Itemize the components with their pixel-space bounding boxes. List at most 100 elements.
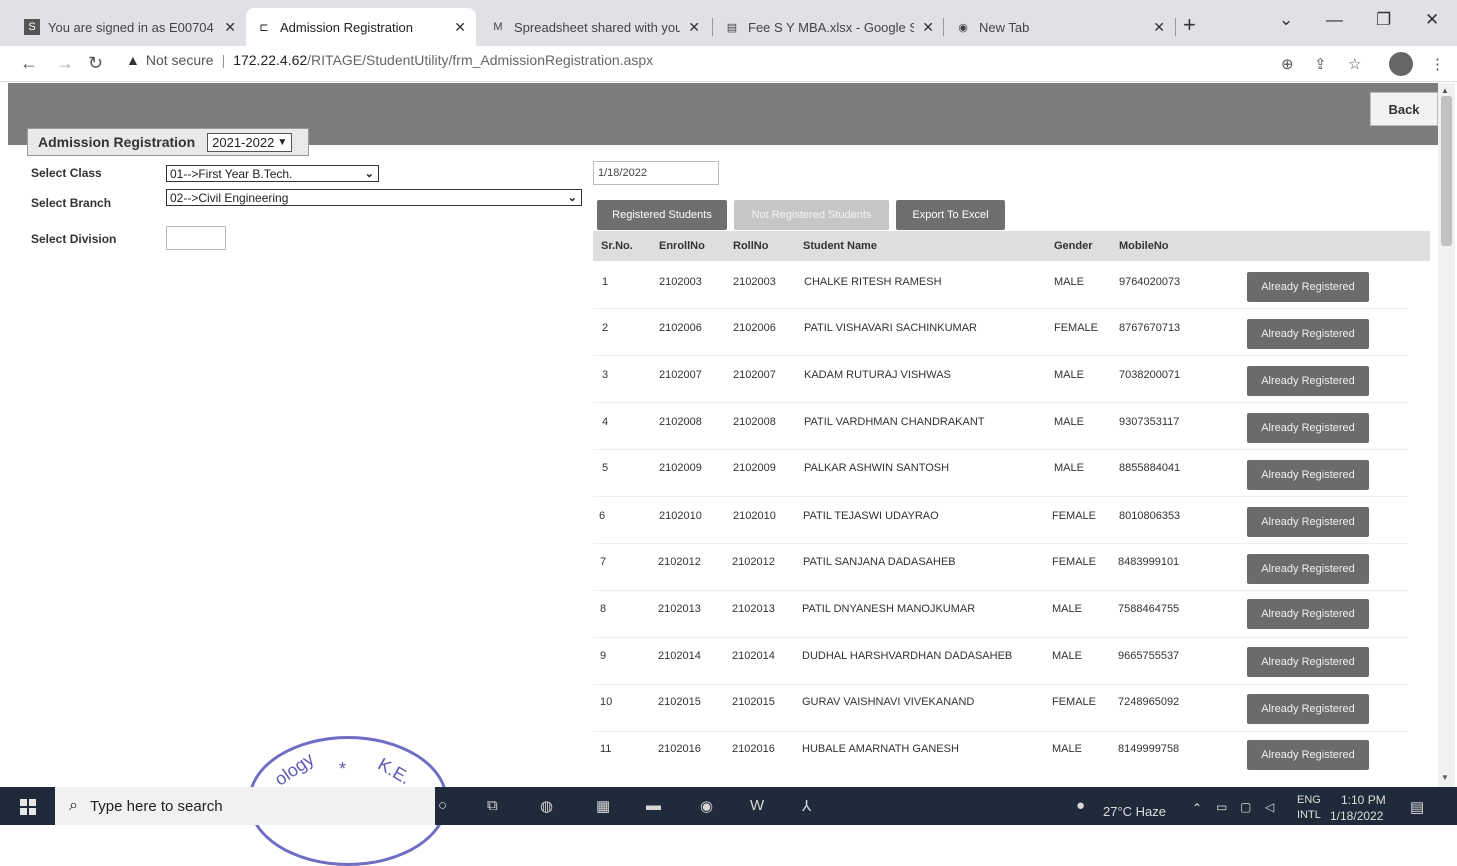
scrollbar-thumb[interactable]: [1441, 96, 1452, 246]
chevron-down-icon: ⌄: [567, 192, 577, 204]
stamp-text: *: [339, 759, 347, 779]
division-input[interactable]: [166, 226, 226, 250]
acrobat-icon[interactable]: ⅄: [802, 797, 811, 815]
header-srno: Sr.No.: [601, 240, 633, 252]
select-division-label: Select Division: [31, 232, 117, 246]
class-select[interactable]: 01-->First Year B.Tech. ⌄: [166, 165, 379, 182]
scroll-up-icon[interactable]: ▲: [1441, 86, 1449, 95]
cell-enrollno: 2102016: [658, 743, 701, 755]
language-top[interactable]: ENG: [1297, 794, 1321, 806]
close-window-icon[interactable]: ✕: [1425, 10, 1439, 30]
already-registered-button[interactable]: Already Registered: [1247, 272, 1369, 302]
already-registered-button[interactable]: Already Registered: [1247, 460, 1369, 490]
cell-gender: MALE: [1052, 650, 1082, 662]
cell-srno: 1: [602, 276, 609, 288]
share-icon[interactable]: ⇪: [1314, 55, 1327, 73]
tab-separator: [1175, 18, 1176, 36]
already-registered-button[interactable]: Already Registered: [1247, 319, 1369, 349]
reload-icon[interactable]: ↻: [88, 53, 103, 74]
task-view-icon[interactable]: ⧉: [487, 797, 498, 814]
cell-rollno: 2102013: [732, 603, 775, 615]
bookmark-star-icon[interactable]: ☆: [1348, 55, 1361, 73]
not-registered-students-button[interactable]: Not Registered Students: [734, 200, 889, 230]
branch-select[interactable]: 02-->Civil Engineering ⌄: [166, 189, 582, 206]
cell-srno: 4: [602, 416, 609, 428]
new-tab-icon[interactable]: +: [1183, 12, 1196, 38]
cell-gender: MALE: [1054, 416, 1084, 428]
edge-icon[interactable]: ◍: [540, 797, 553, 815]
table-row: 5 2102009 2102009 PALKAR ASHWIN SANTOSH …: [593, 450, 1408, 497]
table-row: 9 2102014 2102014 DUDHAL HARSHVARDHAN DA…: [593, 638, 1408, 685]
minimize-icon[interactable]: —: [1326, 10, 1343, 30]
date-input[interactable]: 1/18/2022: [593, 161, 719, 185]
export-to-excel-button[interactable]: Export To Excel: [896, 200, 1005, 230]
close-icon[interactable]: ✕: [1153, 19, 1165, 36]
url-divider: |: [221, 52, 226, 68]
chrome-icon: ◉: [958, 21, 968, 34]
registered-students-button[interactable]: Registered Students: [597, 200, 727, 230]
cell-srno: 3: [602, 369, 609, 381]
already-registered-button[interactable]: Already Registered: [1247, 413, 1369, 443]
cortana-icon[interactable]: ○: [438, 797, 447, 814]
tab-fee-sheet[interactable]: ▤ Fee S Y MBA.xlsx - Google S ✕: [714, 8, 944, 46]
academic-year-select[interactable]: 2021-2022 ▼: [207, 132, 293, 152]
scroll-down-icon[interactable]: ▼: [1441, 773, 1449, 782]
tray-chevron-icon[interactable]: ⌃: [1192, 801, 1202, 815]
cell-mobileno: 8855884041: [1119, 462, 1181, 474]
close-icon[interactable]: ✕: [224, 19, 236, 36]
already-registered-button[interactable]: Already Registered: [1247, 694, 1369, 724]
calculator-icon[interactable]: ▦: [596, 797, 610, 815]
file-explorer-icon[interactable]: ▬: [646, 797, 661, 814]
already-registered-button[interactable]: Already Registered: [1247, 647, 1369, 677]
already-registered-button[interactable]: Already Registered: [1247, 507, 1369, 537]
profile-avatar[interactable]: [1389, 52, 1413, 76]
cell-mobileno: 9764020073: [1119, 276, 1181, 288]
display-icon[interactable]: ▢: [1240, 800, 1251, 814]
cell-srno: 2: [602, 322, 609, 334]
zoom-icon[interactable]: ⊕: [1281, 55, 1294, 73]
clock-date[interactable]: 1/18/2022: [1330, 809, 1383, 823]
close-icon[interactable]: ✕: [922, 19, 934, 36]
weather-text[interactable]: 27°C Haze: [1103, 804, 1166, 819]
already-registered-button[interactable]: Already Registered: [1247, 554, 1369, 584]
cell-mobileno: 7038200071: [1119, 369, 1181, 381]
table-row: 8 2102013 2102013 PATIL DNYANESH MANOJKU…: [593, 591, 1408, 638]
cell-mobileno: 8010806353: [1119, 510, 1181, 522]
cell-rollno: 2102008: [733, 416, 776, 428]
tab-new-tab[interactable]: ◉ New Tab ✕: [945, 8, 1175, 46]
back-button[interactable]: Back: [1370, 92, 1438, 126]
header-student-name: Student Name: [803, 240, 877, 252]
tab-signed-in[interactable]: S You are signed in as E00704 ✕: [14, 8, 246, 46]
stamp-text: K.E.: [374, 753, 414, 789]
cell-student-name: HUBALE AMARNATH GANESH: [802, 743, 959, 755]
cell-student-name: GURAV VAISHNAVI VIVEKANAND: [802, 696, 975, 708]
tab-spreadsheet[interactable]: M Spreadsheet shared with you ✕: [480, 8, 710, 46]
clock-time[interactable]: 1:10 PM: [1341, 793, 1386, 807]
back-arrow-icon[interactable]: ←: [20, 53, 38, 74]
menu-kebab-icon[interactable]: ⋮: [1430, 55, 1445, 73]
url-field[interactable]: ▲ Not secure | 172.22.4.62 /RITAGE/Stude…: [126, 52, 653, 68]
cell-student-name: PATIL VISHAVARI SACHINKUMAR: [804, 322, 977, 334]
tab-search-icon[interactable]: ⌄: [1279, 10, 1293, 30]
close-icon[interactable]: ✕: [454, 19, 466, 36]
already-registered-button[interactable]: Already Registered: [1247, 599, 1369, 629]
forward-arrow-icon[interactable]: →: [56, 53, 74, 74]
network-icon[interactable]: ▭: [1216, 800, 1227, 814]
taskbar-search[interactable]: ⌕ Type here to search: [55, 787, 435, 825]
close-icon[interactable]: ✕: [688, 19, 700, 36]
cell-mobileno: 8149999758: [1118, 743, 1180, 755]
chrome-taskbar-icon[interactable]: ◉: [700, 797, 713, 815]
already-registered-button[interactable]: Already Registered: [1247, 366, 1369, 396]
word-icon[interactable]: W: [750, 797, 764, 814]
tab-admission-registration[interactable]: ⊏ Admission Registration ✕: [246, 8, 476, 46]
language-bottom[interactable]: INTL: [1297, 809, 1321, 821]
already-registered-button[interactable]: Already Registered: [1247, 740, 1369, 770]
cell-enrollno: 2102009: [659, 462, 702, 474]
windows-start-icon[interactable]: [20, 799, 36, 815]
weather-icon[interactable]: ●: [1076, 797, 1085, 814]
restore-icon[interactable]: ❐: [1376, 10, 1391, 30]
notifications-icon[interactable]: ▤: [1410, 798, 1424, 816]
header-gender: Gender: [1054, 240, 1093, 252]
volume-icon[interactable]: ◁: [1265, 800, 1274, 814]
table-row: 7 2102012 2102012 PATIL SANJANA DADASAHE…: [593, 544, 1408, 591]
